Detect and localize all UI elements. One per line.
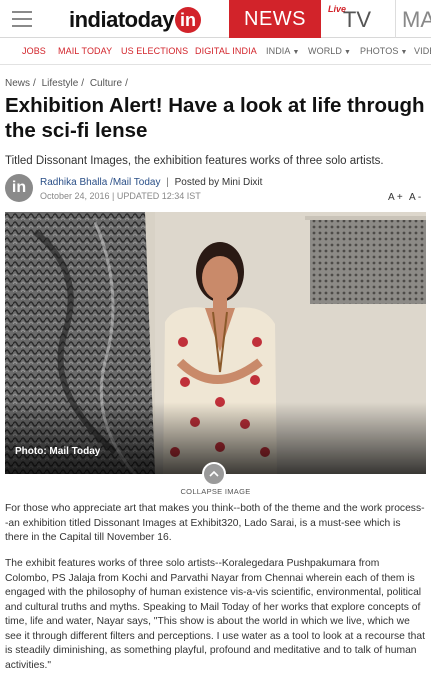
chevron-down-icon: ▼	[292, 49, 300, 56]
nav-item-india[interactable]: INDIA ▼	[266, 46, 300, 56]
article-date: October 24, 2016 | UPDATED 12:34 IST	[40, 191, 201, 201]
author-avatar: in	[5, 174, 33, 202]
article-paragraph: For those who appreciate art that makes …	[5, 503, 425, 543]
nav-item-us-elections[interactable]: US ELECTIONS	[121, 46, 188, 56]
top-header: indiatoday in NEWS Live TV MA	[0, 0, 431, 38]
breadcrumb-culture[interactable]: Culture	[90, 78, 122, 89]
collapse-image-label[interactable]: COLLAPSE IMAGE	[0, 487, 431, 496]
section-nav: JOBS MAIL TODAY US ELECTIONS DIGITAL IND…	[0, 39, 431, 65]
breadcrumb: News / Lifestyle / Culture /	[5, 78, 131, 89]
article-paragraph: The exhibit features works of three solo…	[5, 558, 425, 671]
nav-item-world[interactable]: WORLD ▼	[308, 46, 351, 56]
nav-item-videos[interactable]: VIDE	[414, 46, 431, 56]
author-outlet[interactable]: /Mail Today	[110, 177, 160, 188]
chevron-down-icon: ▼	[344, 49, 352, 56]
article-headline: Exhibition Alert! Have a look at life th…	[5, 94, 425, 142]
hamburger-menu-icon[interactable]	[12, 11, 34, 27]
photo-caption: Photo: Mail Today	[15, 446, 101, 457]
tab-tv[interactable]: TV	[323, 0, 381, 38]
nav-item-world-label: WORLD	[308, 46, 342, 56]
nav-item-india-label: INDIA	[266, 46, 291, 56]
tab-news[interactable]: NEWS	[229, 0, 321, 38]
logo-text: indiatoday	[69, 7, 175, 32]
nav-item-mail-today[interactable]: MAIL TODAY	[58, 46, 112, 56]
breadcrumb-news[interactable]: News	[5, 78, 30, 89]
font-size-controls: A + A -	[388, 192, 425, 203]
font-increase-button[interactable]: A +	[388, 192, 403, 203]
nav-item-jobs[interactable]: JOBS	[22, 46, 46, 56]
chevron-up-icon	[209, 470, 219, 477]
nav-item-digital-india[interactable]: DIGITAL INDIA	[195, 46, 257, 56]
nav-item-photos-label: PHOTOS	[360, 46, 399, 56]
byline: Radhika Bhalla /Mail Today | Posted by M…	[40, 177, 262, 188]
logo-badge: in	[175, 7, 202, 33]
breadcrumb-separator: /	[33, 78, 36, 89]
byline-separator: |	[166, 177, 169, 188]
chevron-down-icon: ▼	[400, 49, 408, 56]
author-name[interactable]: Radhika Bhalla	[40, 177, 107, 188]
article-photo: Photo: Mail Today	[5, 212, 426, 474]
article-subhead: Titled Dissonant Images, the exhibition …	[5, 155, 384, 167]
nav-item-photos[interactable]: PHOTOS ▼	[360, 46, 407, 56]
breadcrumb-lifestyle[interactable]: Lifestyle	[42, 78, 79, 89]
breadcrumb-separator: /	[125, 78, 128, 89]
collapse-image-button[interactable]	[202, 462, 226, 486]
tab-ma[interactable]: MA	[395, 0, 431, 38]
site-logo[interactable]: indiatoday in	[69, 6, 202, 34]
posted-by: Posted by Mini Dixit	[174, 177, 263, 188]
font-decrease-button[interactable]: A -	[409, 192, 421, 203]
breadcrumb-separator: /	[81, 78, 85, 89]
